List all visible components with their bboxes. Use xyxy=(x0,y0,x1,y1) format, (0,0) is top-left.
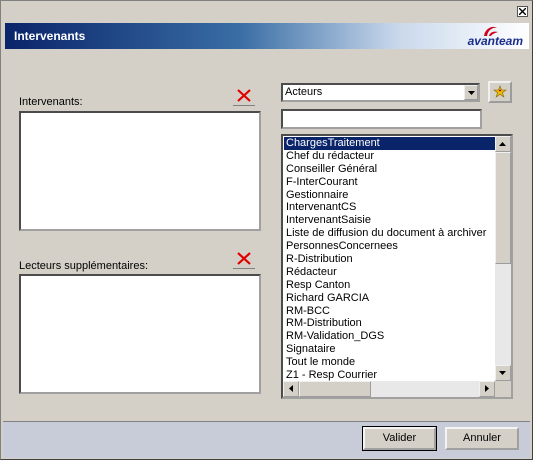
list-item[interactable]: Gestionnaire xyxy=(284,189,497,202)
lecteurs-list[interactable] xyxy=(19,274,261,394)
chevron-down-icon xyxy=(499,371,506,375)
vertical-scrollbar[interactable] xyxy=(495,136,511,381)
list-item[interactable]: RM-Distribution xyxy=(284,317,497,330)
add-actor-button[interactable] xyxy=(488,81,512,103)
remove-intervenant-button[interactable] xyxy=(233,87,255,106)
chevron-down-icon xyxy=(468,91,475,95)
dropdown-button[interactable] xyxy=(464,85,478,100)
filter-input[interactable] xyxy=(281,109,482,129)
horizontal-scroll-thumb[interactable] xyxy=(299,381,371,397)
top-strip xyxy=(1,1,532,21)
title-bar: Intervenants avanteam xyxy=(5,23,529,49)
list-item[interactable]: Conseiller Général xyxy=(284,163,497,176)
intervenants-list[interactable] xyxy=(19,111,261,231)
list-item[interactable]: R-Distribution xyxy=(284,253,497,266)
list-item[interactable]: F-InterCourant xyxy=(284,176,497,189)
list-item[interactable]: Rédacteur xyxy=(284,266,497,279)
horizontal-scrollbar[interactable] xyxy=(283,381,495,397)
actors-list[interactable]: ChargesTraitement Chef du rédacteur Consei… xyxy=(281,134,513,399)
button-bar: Valider Annuler xyxy=(3,421,530,458)
scroll-down-button[interactable] xyxy=(495,365,511,381)
list-item[interactable]: Chef du rédacteur xyxy=(284,150,497,163)
list-item[interactable]: ChargesTraitement xyxy=(284,137,497,150)
valider-button[interactable]: Valider xyxy=(362,426,437,451)
vertical-scroll-thumb[interactable] xyxy=(495,152,511,264)
scroll-right-button[interactable] xyxy=(479,381,495,397)
delete-x-icon xyxy=(237,89,251,102)
list-item[interactable]: RM-Validation_DGS xyxy=(284,330,497,343)
list-item[interactable]: Signataire xyxy=(284,343,497,356)
delete-x-icon xyxy=(237,252,251,265)
list-item[interactable]: PersonnesConcernees xyxy=(284,240,497,253)
actor-type-select[interactable]: Acteurs xyxy=(281,83,480,102)
dialog-title: Intervenants xyxy=(14,29,86,43)
chevron-up-icon xyxy=(499,142,506,146)
remove-lecteur-button[interactable] xyxy=(233,250,255,269)
list-item[interactable]: Resp Canton xyxy=(284,279,497,292)
actor-type-value: Acteurs xyxy=(285,86,323,98)
list-item[interactable]: IntervenantSaisie xyxy=(284,214,497,227)
intervenants-dialog: Intervenants avanteam Intervenants: Lect… xyxy=(0,0,533,460)
chevron-left-icon xyxy=(289,385,293,392)
intervenants-label: Intervenants: xyxy=(19,96,83,108)
list-item[interactable]: Richard GARCIA xyxy=(284,292,497,305)
chevron-right-icon xyxy=(485,385,489,392)
scroll-up-button[interactable] xyxy=(495,136,511,152)
annuler-button[interactable]: Annuler xyxy=(445,427,519,450)
logo-text: avanteam xyxy=(467,34,523,48)
list-item[interactable]: RM-BCC xyxy=(284,305,497,318)
scroll-corner xyxy=(495,381,511,397)
scroll-left-button[interactable] xyxy=(283,381,299,397)
actors-list-items: ChargesTraitement Chef du rédacteur Consei… xyxy=(284,137,497,383)
lecteurs-label: Lecteurs supplémentaires: xyxy=(19,260,149,272)
add-star-icon xyxy=(493,85,507,98)
list-item[interactable]: Z1 - Resp Courrier xyxy=(284,369,497,382)
close-icon xyxy=(519,8,526,15)
list-item[interactable]: Tout le monde xyxy=(284,356,497,369)
avanteam-logo: avanteam xyxy=(443,24,523,48)
list-item[interactable]: Liste de diffusion du document à archive… xyxy=(284,227,497,240)
list-item[interactable]: IntervenantCS xyxy=(284,201,497,214)
close-button[interactable] xyxy=(517,6,528,17)
